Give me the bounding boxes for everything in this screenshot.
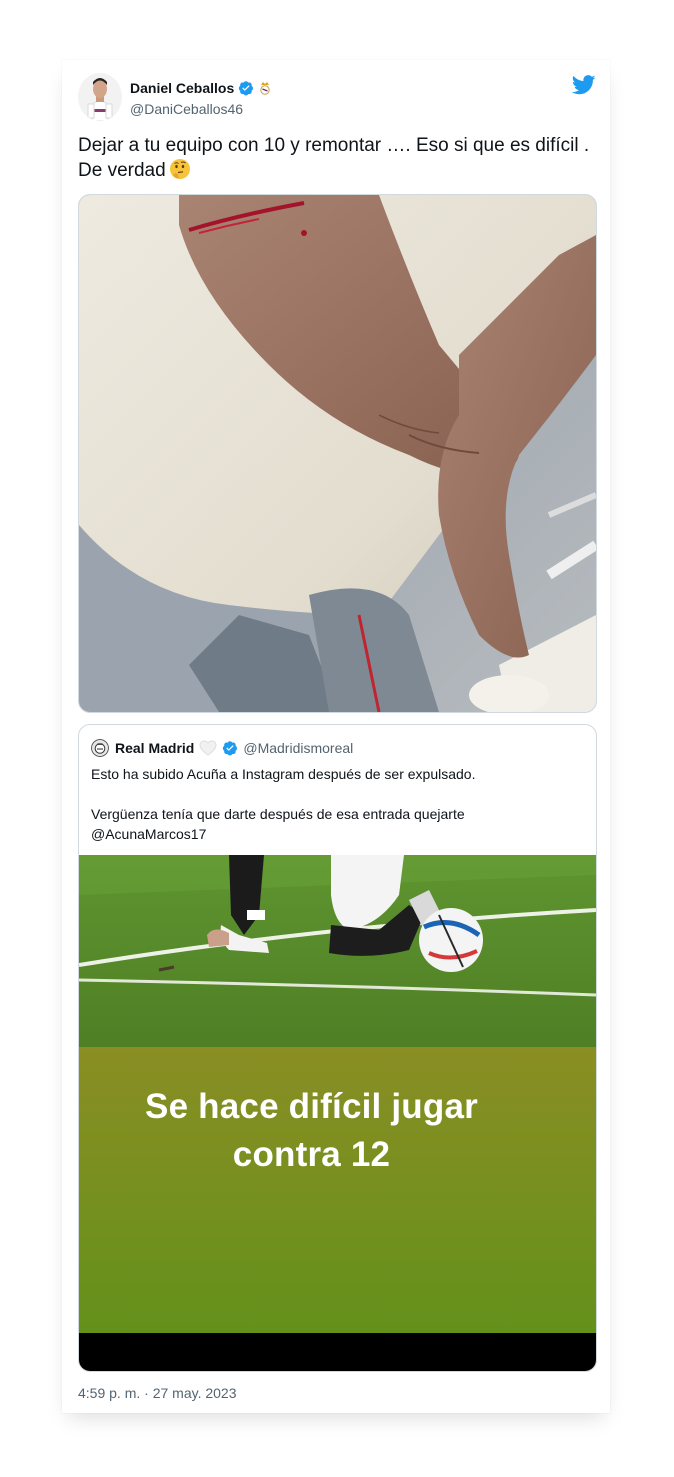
story-caption-line: contra 12 [232,1135,391,1174]
injured-foot-photo [79,195,596,712]
tweet-header: Daniel Ceballos @DaniCeballos46 [78,73,598,121]
author-name[interactable]: Daniel Ceballos [130,80,234,96]
quoted-tweet[interactable]: Real Madrid @Madridismoreal Esto ha subi… [78,724,597,1372]
tweet-photo[interactable] [78,194,597,713]
club-crest-avatar[interactable] [91,739,109,757]
twitter-bird-icon[interactable] [572,75,596,95]
quoted-author-name[interactable]: Real Madrid [115,740,194,756]
real-madrid-crest-icon [260,82,270,95]
author-row: Daniel Ceballos [130,78,271,98]
quoted-text-line: Esto ha subido Acuña a Instagram después… [91,766,476,782]
quoted-tweet-text: Esto ha subido Acuña a Instagram después… [91,764,581,844]
tweet-text: Dejar a tu equipo con 10 y remontar …. E… [78,134,603,183]
verified-badge-icon [223,741,238,756]
tweet-text-body: Dejar a tu equipo con 10 y remontar …. E… [78,135,590,181]
avatar[interactable] [78,73,122,121]
verified-badge-icon [239,81,254,96]
story-caption: Se hace difícil jugar contra 12 [79,1083,544,1179]
tweet-card: Daniel Ceballos @DaniCeballos46 Dejar a … [62,60,610,1413]
author-handle[interactable]: @DaniCeballos46 [130,101,243,117]
quoted-tweet-header: Real Madrid @Madridismoreal [91,738,353,758]
quoted-tweet-photo[interactable]: Se hace difícil jugar contra 12 [79,855,596,1371]
tweet-timestamp[interactable]: 4:59 p. m. · 27 may. 2023 [78,1385,237,1401]
white-heart-icon [199,740,217,756]
story-caption-line: Se hace difícil jugar [145,1087,478,1126]
thinking-face-icon [169,159,190,179]
quoted-text-line: Vergüenza tenía que darte después de esa… [91,806,465,842]
quoted-author-handle[interactable]: @Madridismoreal [243,740,353,756]
